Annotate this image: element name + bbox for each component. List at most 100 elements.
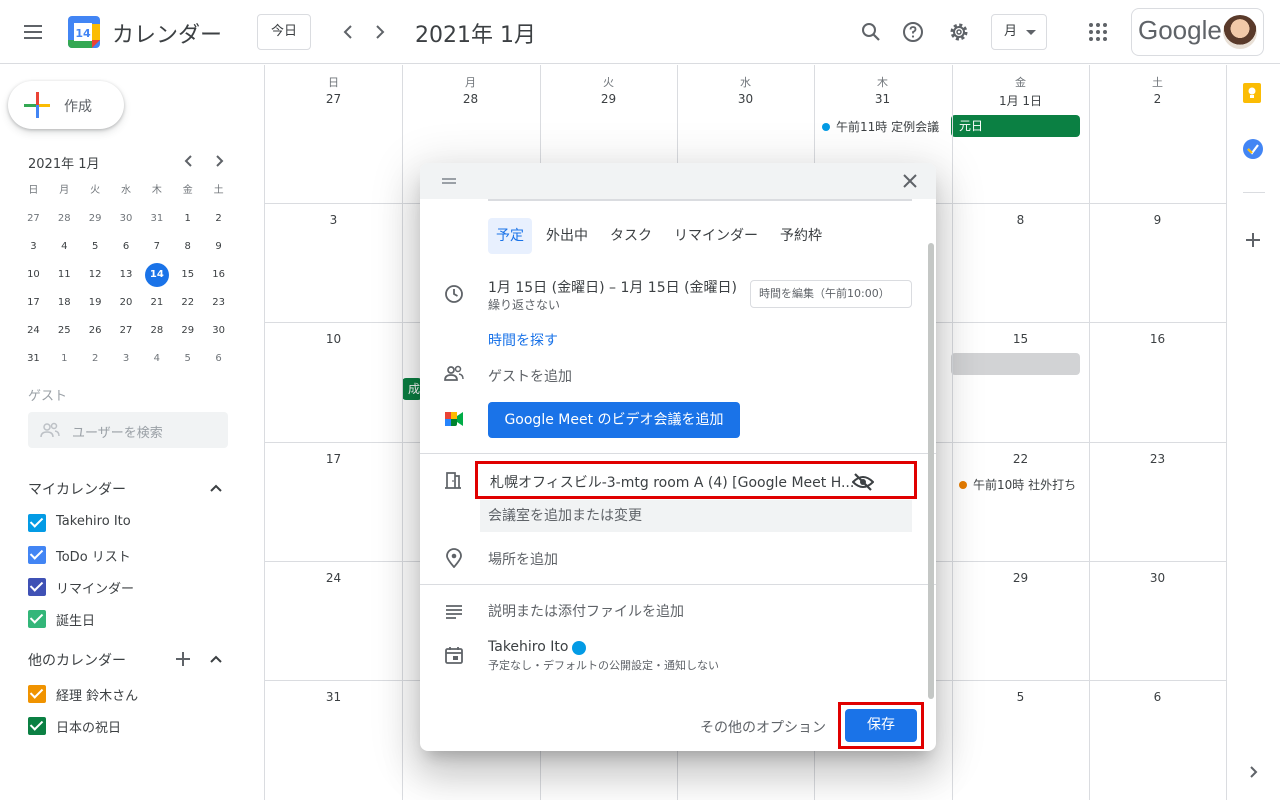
event-type-tab[interactable]: タスク: [602, 218, 660, 254]
collapse-my-calendars-icon[interactable]: [206, 478, 226, 498]
repeat-setting[interactable]: 繰り返さない: [488, 296, 560, 313]
add-guests-input[interactable]: ゲストを追加: [488, 366, 572, 386]
keep-notes-icon[interactable]: [1242, 82, 1262, 104]
mini-day[interactable]: 31: [18, 345, 49, 373]
mini-day[interactable]: 4: [141, 345, 172, 373]
mini-day[interactable]: 12: [80, 261, 111, 289]
mini-next-month-icon[interactable]: [209, 151, 229, 171]
mini-day[interactable]: 30: [203, 317, 234, 345]
mini-prev-month-icon[interactable]: [179, 151, 199, 171]
previous-period-icon[interactable]: [336, 20, 360, 44]
mini-day[interactable]: 3: [18, 233, 49, 261]
calendar-owner-details[interactable]: 予定なし・デフォルトの公開設定・通知しない: [488, 657, 719, 673]
guest-search-input[interactable]: ユーザーを検索: [28, 412, 228, 448]
dialog-header[interactable]: [420, 163, 936, 199]
mini-day[interactable]: 5: [80, 233, 111, 261]
day-number[interactable]: 9: [1089, 213, 1226, 227]
day-number[interactable]: 30: [1089, 571, 1226, 585]
mini-day[interactable]: 19: [80, 289, 111, 317]
mini-day[interactable]: 27: [18, 205, 49, 233]
day-number[interactable]: 29: [952, 571, 1089, 585]
mini-day[interactable]: 23: [203, 289, 234, 317]
settings-gear-icon[interactable]: [947, 20, 971, 44]
today-button[interactable]: 今日: [257, 14, 311, 50]
mini-day[interactable]: 28: [141, 317, 172, 345]
add-description-input[interactable]: 説明または添付ファイルを追加: [488, 601, 684, 621]
mini-day[interactable]: 21: [141, 289, 172, 317]
mini-day[interactable]: 28: [49, 205, 80, 233]
event-new-placeholder[interactable]: [951, 353, 1080, 375]
drag-handle-icon[interactable]: [442, 178, 456, 184]
mini-day[interactable]: 29: [172, 317, 203, 345]
view-select[interactable]: 月: [991, 14, 1047, 50]
checkbox-checked-icon[interactable]: [28, 685, 46, 703]
mini-day[interactable]: 17: [18, 289, 49, 317]
event-type-tab[interactable]: 予定: [488, 218, 532, 254]
other-calendars-title[interactable]: 他のカレンダー: [28, 650, 126, 670]
my-calendars-title[interactable]: マイカレンダー: [28, 479, 126, 499]
mini-day[interactable]: 25: [49, 317, 80, 345]
event-type-tab[interactable]: リマインダー: [666, 218, 766, 254]
mini-day[interactable]: 20: [111, 289, 142, 317]
day-number[interactable]: 1月 1日: [952, 92, 1089, 109]
checkbox-checked-icon[interactable]: [28, 546, 46, 564]
add-or-change-room[interactable]: 会議室を追加または変更: [480, 500, 912, 532]
search-icon[interactable]: [859, 20, 883, 44]
mini-day[interactable]: 16: [203, 261, 234, 289]
mini-day[interactable]: 26: [80, 317, 111, 345]
day-number[interactable]: 15: [952, 332, 1089, 346]
expand-panel-chevron-icon[interactable]: [1243, 762, 1263, 782]
checkbox-checked-icon[interactable]: [28, 610, 46, 628]
day-number[interactable]: 29: [540, 92, 677, 106]
next-period-icon[interactable]: [368, 20, 392, 44]
mini-day[interactable]: 29: [80, 205, 111, 233]
collapse-other-calendars-icon[interactable]: [206, 649, 226, 669]
mini-day[interactable]: 7: [141, 233, 172, 261]
selected-room-highlight[interactable]: 札幌オフィスビル-3-mtg room A (4) [Google Meet H…: [475, 461, 917, 499]
mini-day[interactable]: 11: [49, 261, 80, 289]
mini-day[interactable]: 9: [203, 233, 234, 261]
day-number[interactable]: 23: [1089, 452, 1226, 466]
save-button[interactable]: 保存: [845, 709, 917, 742]
edit-time-chip[interactable]: 時間を編集（午前10:00）: [750, 280, 912, 308]
close-icon[interactable]: [898, 169, 922, 193]
mini-day[interactable]: 5: [172, 345, 203, 373]
get-addons-plus-icon[interactable]: [1242, 229, 1264, 251]
day-number[interactable]: 31: [265, 690, 402, 704]
mini-day[interactable]: 30: [111, 205, 142, 233]
event-fri22-external[interactable]: 午前10時 社外打ち: [959, 476, 1076, 493]
main-menu-icon[interactable]: [20, 20, 44, 44]
account-switcher[interactable]: Google: [1131, 8, 1264, 56]
day-number[interactable]: 30: [677, 92, 814, 106]
event-new-year-holiday[interactable]: 元日: [951, 115, 1080, 137]
checkbox-checked-icon[interactable]: [28, 717, 46, 735]
day-number[interactable]: 27: [265, 92, 402, 106]
mini-day[interactable]: 2: [203, 205, 234, 233]
day-number[interactable]: 2: [1089, 92, 1226, 106]
mini-day[interactable]: 18: [49, 289, 80, 317]
calendar-owner-name[interactable]: Takehiro Ito: [488, 639, 568, 655]
day-number[interactable]: 10: [265, 332, 402, 346]
create-button[interactable]: 作成: [8, 81, 124, 129]
avatar[interactable]: [1223, 15, 1257, 49]
checkbox-checked-icon[interactable]: [28, 578, 46, 596]
day-number[interactable]: 6: [1089, 690, 1226, 704]
day-number[interactable]: 8: [952, 213, 1089, 227]
mini-day[interactable]: 31: [141, 205, 172, 233]
event-date-range[interactable]: 1月 15日 (金曜日) – 1月 15日 (金曜日): [488, 277, 737, 297]
mini-day[interactable]: 22: [172, 289, 203, 317]
add-google-meet-button[interactable]: Google Meet のビデオ会議を追加: [488, 402, 740, 438]
day-number[interactable]: 28: [402, 92, 539, 106]
day-number[interactable]: 17: [265, 452, 402, 466]
mini-day[interactable]: 15: [172, 261, 203, 289]
mini-day[interactable]: 2: [80, 345, 111, 373]
day-number[interactable]: 5: [952, 690, 1089, 704]
tasks-icon[interactable]: [1242, 138, 1264, 160]
day-number[interactable]: 3: [265, 213, 402, 227]
event-type-tab[interactable]: 外出中: [538, 218, 596, 254]
event-hidden-monday[interactable]: 成: [402, 378, 422, 400]
mini-day[interactable]: 14: [141, 261, 172, 289]
add-calendar-plus-icon[interactable]: [173, 649, 193, 669]
add-location-input[interactable]: 場所を追加: [488, 549, 558, 569]
event-type-tab[interactable]: 予約枠: [772, 218, 830, 254]
